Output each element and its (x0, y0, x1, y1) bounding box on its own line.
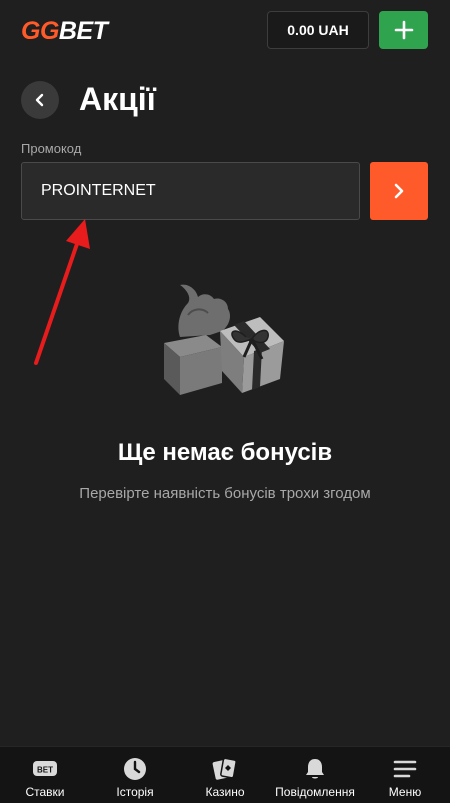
nav-label-history: Історія (116, 785, 154, 799)
gift-box-illustration (164, 284, 284, 395)
deposit-button[interactable] (379, 11, 428, 49)
annotation-arrow (34, 219, 90, 365)
hamburger-icon (391, 756, 419, 782)
balance-value: 0.00 UAH (287, 22, 349, 38)
ggbet-logo[interactable]: GGBET (21, 16, 108, 46)
nav-item-casino[interactable]: Казино (180, 747, 270, 803)
promotions-page: GGBET 0.00 UAH Акції Промокод PROINTERNE… (0, 0, 450, 803)
nav-item-history[interactable]: Історія (90, 747, 180, 803)
nav-label-casino: Казино (205, 785, 245, 799)
nav-label-menu: Меню (388, 785, 422, 799)
plus-icon (394, 20, 413, 40)
svg-text:BET: BET (37, 766, 53, 775)
chevron-left-icon (35, 93, 44, 107)
clock-icon (121, 756, 149, 782)
nav-label-bets: Ставки (25, 785, 65, 799)
nav-item-notifications[interactable]: Повідомлення (270, 747, 360, 803)
empty-state-subtitle: Перевірте наявність бонусів трохи згодом (79, 485, 371, 502)
cards-icon (211, 756, 239, 782)
chevron-right-icon (394, 183, 404, 199)
bet-ticket-icon: BET (31, 756, 59, 782)
logo-part-bet: BET (58, 17, 108, 45)
nav-label-notifications: Повідомлення (275, 785, 355, 799)
top-header: GGBET 0.00 UAH (0, 0, 450, 62)
logo-part-gg: GG (21, 17, 59, 45)
bell-icon (301, 756, 329, 782)
page-title: Акції (79, 81, 156, 117)
nav-item-bets[interactable]: BET Ставки (0, 747, 90, 803)
promo-code-label: Промокод (21, 141, 82, 156)
nav-item-menu[interactable]: Меню (360, 747, 450, 803)
promo-submit-button[interactable] (370, 162, 428, 220)
empty-state-title: Ще немає бонусів (117, 439, 333, 466)
balance-button[interactable]: 0.00 UAH (267, 11, 369, 49)
bottom-navigation: BET Ставки Історія Казино Повідомлення М… (0, 746, 450, 803)
back-button[interactable] (21, 81, 59, 119)
promo-code-input[interactable] (21, 162, 360, 220)
